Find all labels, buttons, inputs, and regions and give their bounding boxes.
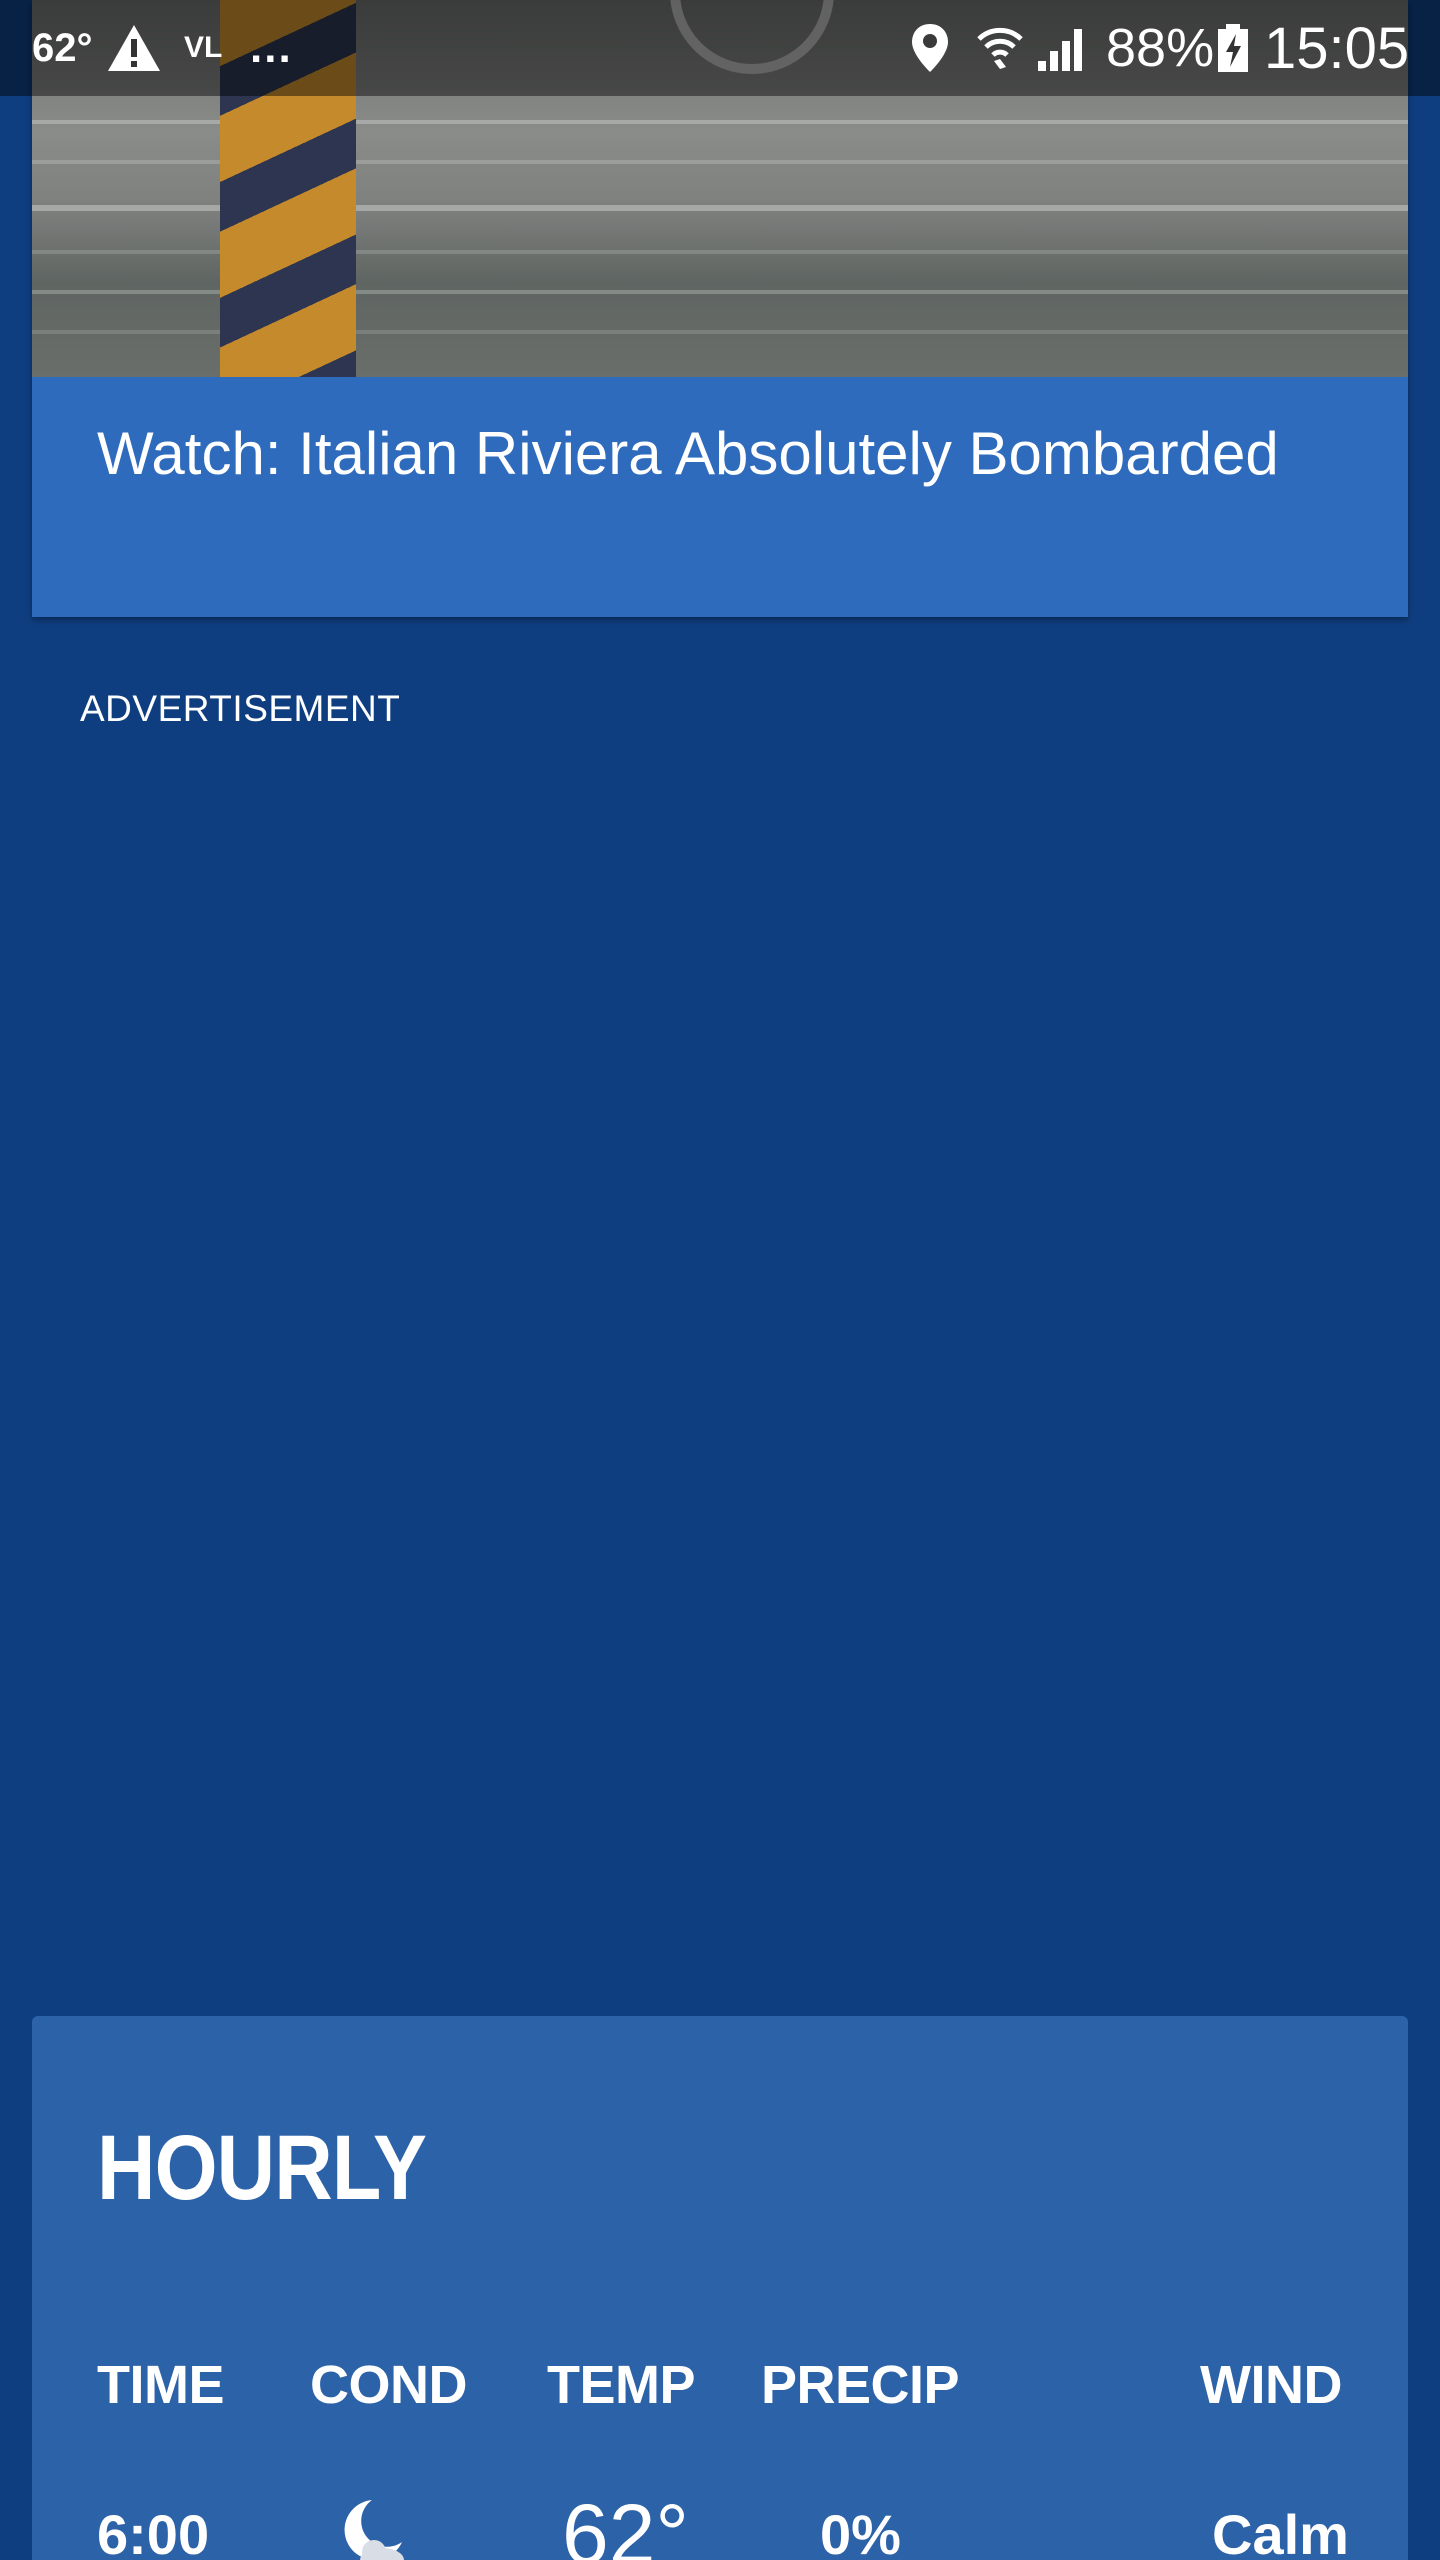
header-precip: PRECIP (761, 2355, 960, 2415)
weather-app-screen: Watch: Italian Riviera Absolutely Bombar… (0, 0, 1440, 2560)
warning-icon (106, 0, 162, 96)
wifi-icon (975, 0, 1025, 96)
header-temp: TEMP (547, 2355, 696, 2415)
carrier-label: VL (184, 31, 223, 64)
partly-cloudy-night-icon (332, 2494, 412, 2560)
signal-icon (1036, 0, 1088, 96)
battery-charging-icon (1216, 0, 1250, 96)
hourly-card: HOURLY TIME COND TEMP PRECIP WIND 6:00 6… (32, 2016, 1408, 2560)
hourly-title: HOURLY (97, 2117, 427, 2219)
hour-precip: 0% (820, 2503, 901, 2560)
hour-time: 6:00 (97, 2503, 210, 2560)
battery-percent: 88% (1106, 18, 1215, 78)
header-time: TIME (97, 2355, 225, 2415)
header-wind: WIND (1200, 2355, 1342, 2415)
more-notifications-icon: ... (250, 23, 293, 72)
hour-temp: 62° (562, 2487, 690, 2560)
clock: 15:05 (1264, 15, 1410, 81)
status-temperature: 62° (32, 25, 93, 70)
hour-wind: Calm (1212, 2503, 1349, 2560)
header-cond: COND (310, 2355, 468, 2415)
status-bar: 62° VL ... 88% 15:05 (0, 0, 1440, 96)
video-title[interactable]: Watch: Italian Riviera Absolutely Bombar… (97, 416, 1297, 491)
advertisement-label: ADVERTISEMENT (80, 688, 401, 729)
location-icon (910, 0, 950, 96)
